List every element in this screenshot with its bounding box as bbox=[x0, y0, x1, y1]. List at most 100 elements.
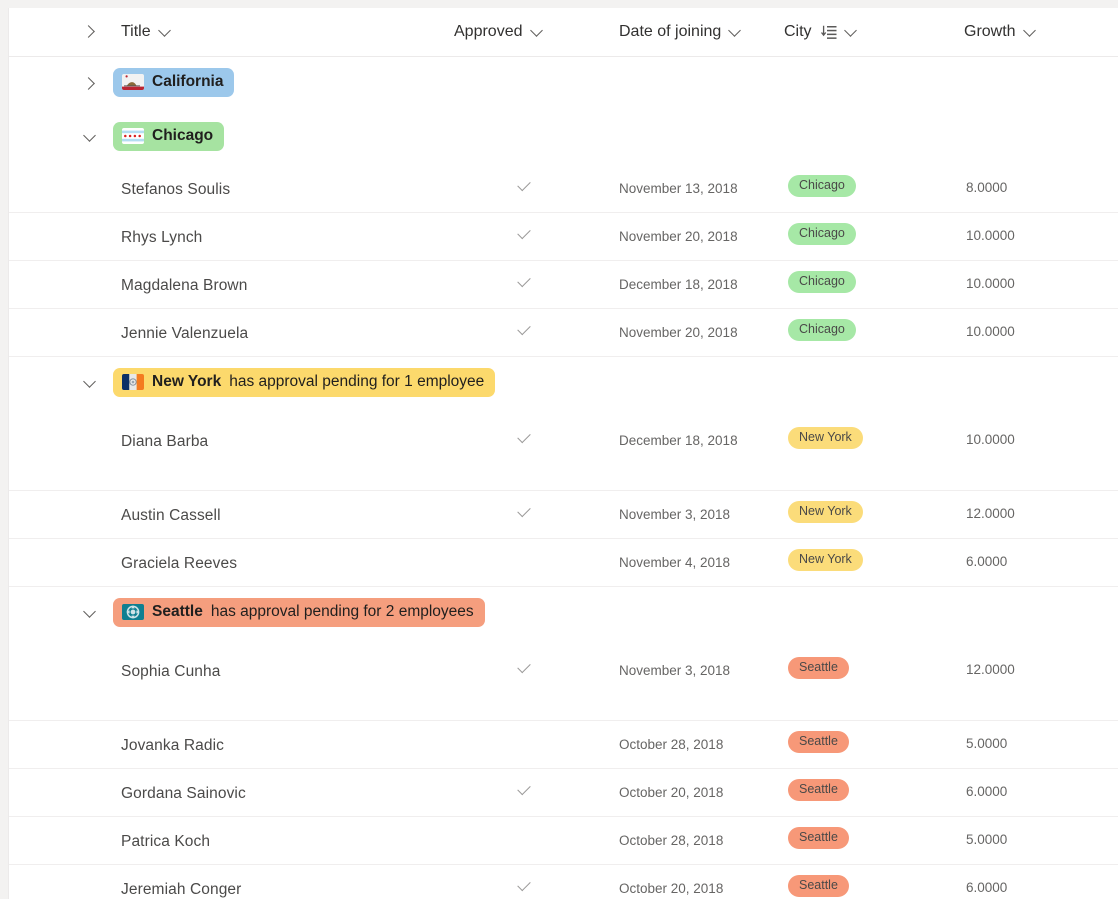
check-icon bbox=[516, 784, 532, 800]
chevron-down-icon[interactable] bbox=[844, 25, 858, 39]
table-row[interactable]: Diana BarbaDecember 18, 2018New York10.0… bbox=[9, 411, 1118, 491]
group-header-row: Seattle has approval pending for 2 employ… bbox=[9, 587, 1118, 641]
cell-date-of-joining: November 13, 2018 bbox=[619, 181, 738, 196]
check-icon bbox=[516, 662, 532, 678]
flag-chicago-icon bbox=[122, 128, 144, 144]
table-row[interactable]: Magdalena BrownDecember 18, 2018Chicago1… bbox=[9, 261, 1118, 309]
cell-city: Seattle bbox=[788, 657, 849, 679]
cell-city: Seattle bbox=[788, 731, 849, 753]
cell-city: Chicago bbox=[788, 271, 856, 293]
group-header-row: New Yorkhas approval pending for 1 emplo… bbox=[9, 357, 1118, 411]
cell-approved bbox=[516, 228, 534, 246]
cell-growth: 12.0000 bbox=[966, 506, 1015, 521]
chevron-down-icon[interactable] bbox=[728, 25, 742, 39]
city-badge: Chicago bbox=[788, 319, 856, 341]
group-pill-seattle[interactable]: Seattle has approval pending for 2 employ… bbox=[113, 598, 485, 627]
column-header-city[interactable]: City bbox=[784, 8, 858, 56]
column-header-date-of-joining[interactable]: Date of joining bbox=[619, 8, 742, 56]
table-row[interactable]: Jennie ValenzuelaNovember 20, 2018Chicag… bbox=[9, 309, 1118, 357]
cell-growth: 6.0000 bbox=[966, 784, 1007, 799]
cell-city: Seattle bbox=[788, 875, 849, 897]
group-pill-new-york[interactable]: New Yorkhas approval pending for 1 emplo… bbox=[113, 368, 495, 397]
cell-approved bbox=[516, 506, 534, 524]
cell-date-of-joining: November 4, 2018 bbox=[619, 555, 730, 570]
group-header-row: Chicago bbox=[9, 111, 1118, 165]
group-toggle-seattle[interactable] bbox=[81, 604, 101, 624]
table-row[interactable]: Rhys Lynch November 20, 2018 Chicago 10.000… bbox=[9, 213, 1118, 261]
cell-approved bbox=[516, 784, 534, 802]
cell-date-of-joining: November 3, 2018 bbox=[619, 663, 730, 678]
cell-title: Magdalena Brown bbox=[121, 277, 247, 295]
cell-title: Jovanka Radic bbox=[121, 737, 224, 755]
column-header-approved[interactable]: Approved bbox=[454, 8, 544, 56]
group-toggle-chicago[interactable] bbox=[81, 128, 101, 148]
cell-title: Gordana Sainovic bbox=[121, 785, 246, 803]
column-header-growth[interactable]: Growth bbox=[964, 8, 1037, 56]
cell-growth: 5.0000 bbox=[966, 832, 1007, 847]
data-grid-card: Title Approved Date of joining City bbox=[8, 8, 1118, 899]
grid-body: California Chicago Stefanos Soulis November… bbox=[9, 57, 1118, 899]
group-pill-chicago[interactable]: Chicago bbox=[113, 122, 224, 151]
expand-all-toggle[interactable] bbox=[81, 22, 101, 42]
chevron-right-icon bbox=[84, 25, 98, 39]
cell-approved bbox=[516, 180, 534, 198]
city-badge: New York bbox=[788, 427, 863, 449]
group-name: New York bbox=[152, 373, 221, 391]
group-name: Seattle bbox=[152, 603, 203, 621]
group-toggle-new-york[interactable] bbox=[81, 374, 101, 394]
cell-title: Patrica Koch bbox=[121, 833, 210, 851]
cell-date-of-joining: December 18, 2018 bbox=[619, 433, 738, 448]
group-header-row: California bbox=[9, 57, 1118, 111]
cell-city: Seattle bbox=[788, 827, 849, 849]
cell-title: Rhys Lynch bbox=[121, 229, 202, 247]
cell-growth: 10.0000 bbox=[966, 228, 1015, 243]
chevron-down-icon bbox=[84, 607, 98, 621]
group-toggle-california[interactable] bbox=[81, 74, 101, 94]
chevron-down-icon[interactable] bbox=[1023, 25, 1037, 39]
cell-city: Chicago bbox=[788, 175, 856, 197]
check-icon bbox=[516, 180, 532, 196]
chevron-down-icon[interactable] bbox=[530, 25, 544, 39]
cell-title: Diana Barba bbox=[121, 433, 208, 451]
table-row[interactable]: Gordana Sainovic October 20, 2018 Seattle 6… bbox=[9, 769, 1118, 817]
group-name: Chicago bbox=[152, 127, 213, 145]
cell-approved bbox=[516, 432, 534, 450]
cell-title: Sophia Cunha bbox=[121, 663, 220, 681]
cell-title: Jennie Valenzuela bbox=[121, 325, 248, 343]
group-by-icon[interactable] bbox=[821, 25, 837, 40]
check-icon bbox=[516, 432, 532, 448]
table-row[interactable]: Jeremiah CongerOctober 20, 2018Seattle6.… bbox=[9, 865, 1118, 899]
cell-approved bbox=[516, 324, 534, 342]
cell-title: Jeremiah Conger bbox=[121, 881, 241, 899]
city-badge: Chicago bbox=[788, 175, 856, 197]
group-pill-california[interactable]: California bbox=[113, 68, 234, 97]
page-root: Title Approved Date of joining City bbox=[0, 0, 1118, 899]
cell-date-of-joining: October 20, 2018 bbox=[619, 881, 723, 896]
column-header-title[interactable]: Title bbox=[121, 8, 172, 56]
column-header-date-of-joining-label: Date of joining bbox=[619, 23, 721, 41]
flag-california-icon bbox=[122, 74, 144, 90]
column-header-approved-label: Approved bbox=[454, 23, 523, 41]
cell-date-of-joining: November 20, 2018 bbox=[619, 229, 738, 244]
check-icon bbox=[516, 506, 532, 522]
city-badge: Seattle bbox=[788, 779, 849, 801]
table-row[interactable]: Patrica KochOctober 28, 2018Seattle5.000… bbox=[9, 817, 1118, 865]
cell-growth: 6.0000 bbox=[966, 554, 1007, 569]
table-row[interactable]: Graciela ReevesNovember 4, 2018New York6… bbox=[9, 539, 1118, 587]
flag-seattle-icon bbox=[122, 604, 144, 620]
table-row[interactable]: Stefanos SoulisNovember 13, 2018Chicago8… bbox=[9, 165, 1118, 213]
table-row[interactable]: Austin CassellNovember 3, 2018New York12… bbox=[9, 491, 1118, 539]
chevron-down-icon[interactable] bbox=[158, 25, 172, 39]
cell-growth: 10.0000 bbox=[966, 324, 1015, 339]
city-badge: Chicago bbox=[788, 223, 856, 245]
table-row[interactable]: Jovanka RadicOctober 28, 2018Seattle5.00… bbox=[9, 721, 1118, 769]
group-message: has approval pending for 2 employees bbox=[211, 603, 474, 621]
cell-city: New York bbox=[788, 549, 863, 571]
cell-title: Stefanos Soulis bbox=[121, 181, 230, 199]
column-header-growth-label: Growth bbox=[964, 23, 1016, 41]
cell-date-of-joining: October 28, 2018 bbox=[619, 737, 723, 752]
table-row[interactable]: Sophia CunhaNovember 3, 2018Seattle12.00… bbox=[9, 641, 1118, 721]
group-name: California bbox=[152, 73, 223, 91]
chevron-right-icon bbox=[84, 77, 98, 91]
cell-date-of-joining: October 20, 2018 bbox=[619, 785, 723, 800]
